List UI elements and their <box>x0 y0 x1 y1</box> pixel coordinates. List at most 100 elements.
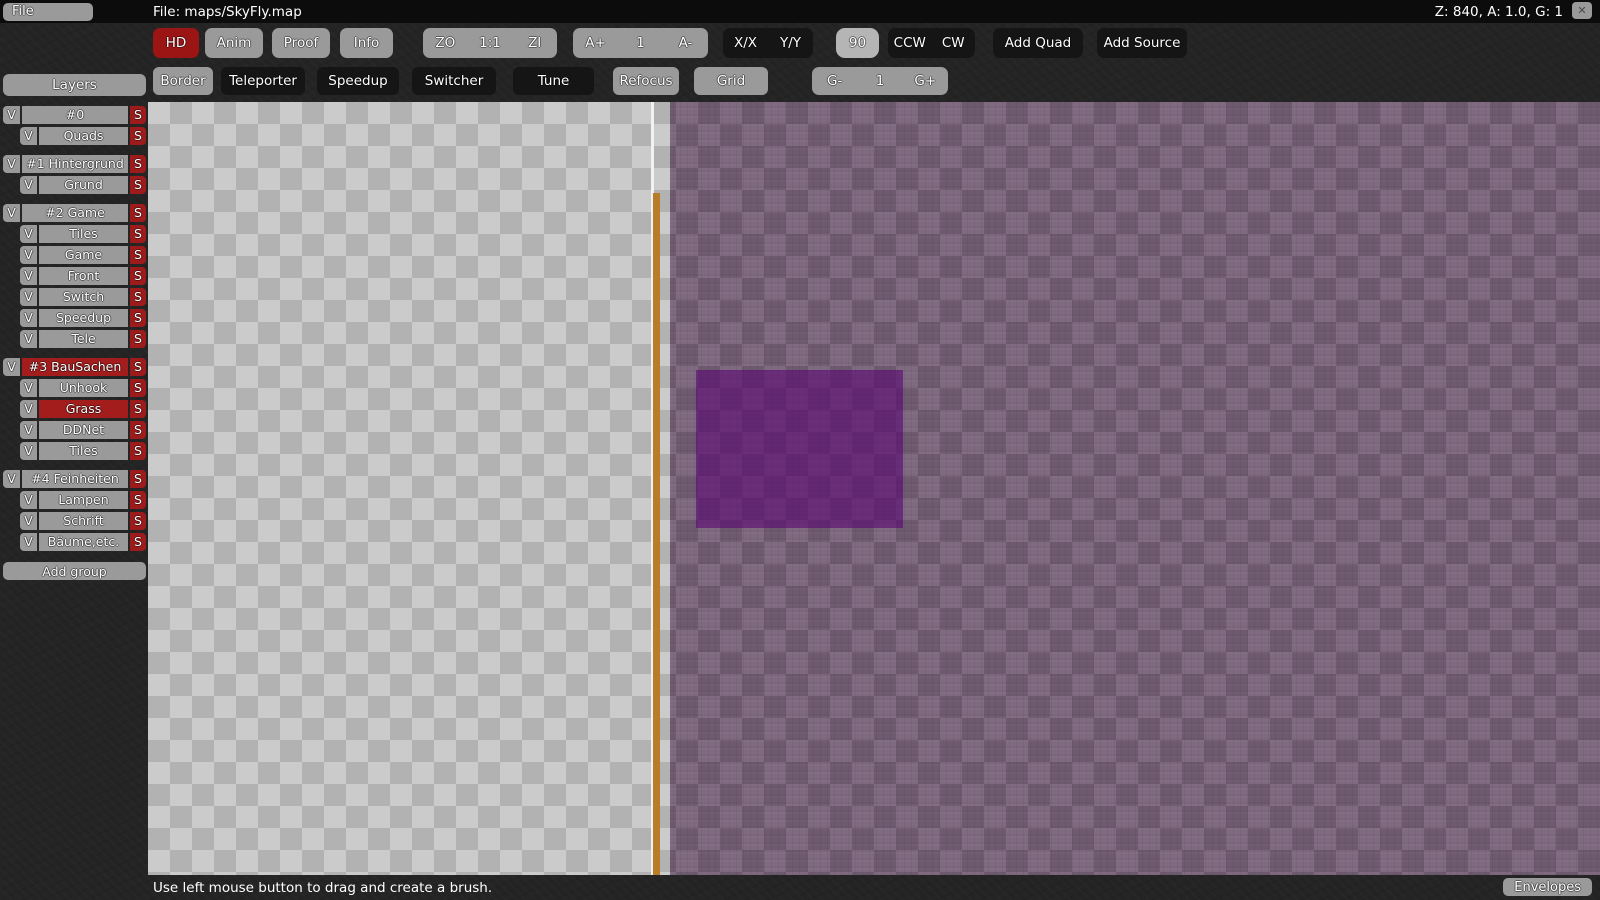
group-row[interactable]: V#2 GameS <box>3 204 146 222</box>
layer-row[interactable]: VFrontS <box>20 267 146 285</box>
solo-button[interactable]: S <box>130 442 146 460</box>
switcher-button[interactable]: Switcher <box>412 67 496 95</box>
layer-label[interactable]: Speedup <box>39 309 128 327</box>
layer-row[interactable]: VQuadsS <box>20 127 146 145</box>
map-canvas[interactable] <box>148 102 1600 875</box>
solo-button[interactable]: S <box>130 127 146 145</box>
rotate-ccw-button[interactable]: CCW <box>888 28 932 58</box>
layer-row[interactable]: VSpeedupS <box>20 309 146 327</box>
visibility-toggle[interactable]: V <box>3 204 20 222</box>
anim-speed-down-button[interactable]: A- <box>663 28 708 58</box>
layer-label[interactable]: Bäume,etc. <box>39 533 128 551</box>
solo-button[interactable]: S <box>130 155 146 173</box>
visibility-toggle[interactable]: V <box>20 400 37 418</box>
layer-label[interactable]: Grass <box>39 400 128 418</box>
visibility-toggle[interactable]: V <box>20 512 37 530</box>
layer-label[interactable]: Tiles <box>39 442 128 460</box>
refocus-button[interactable]: Refocus <box>613 67 679 95</box>
layer-row[interactable]: VLampenS <box>20 491 146 509</box>
solo-button[interactable]: S <box>130 246 146 264</box>
visibility-toggle[interactable]: V <box>20 491 37 509</box>
layer-label[interactable]: Lampen <box>39 491 128 509</box>
group-label[interactable]: #0 <box>22 106 128 124</box>
visibility-toggle[interactable]: V <box>3 470 20 488</box>
layer-label[interactable]: Unhook <box>39 379 128 397</box>
visibility-toggle[interactable]: V <box>20 288 37 306</box>
add-quad-button[interactable]: Add Quad <box>993 28 1083 58</box>
layer-row[interactable]: VGameS <box>20 246 146 264</box>
solo-button[interactable]: S <box>130 176 146 194</box>
solo-button[interactable]: S <box>130 400 146 418</box>
layer-row[interactable]: VUnhookS <box>20 379 146 397</box>
solo-button[interactable]: S <box>130 106 146 124</box>
rotate-cw-button[interactable]: CW <box>932 28 976 58</box>
layer-row[interactable]: VGrassS <box>20 400 146 418</box>
visibility-toggle[interactable]: V <box>20 246 37 264</box>
group-row[interactable]: V#3 BauSachenS <box>3 358 146 376</box>
solo-button[interactable]: S <box>130 358 146 376</box>
layer-row[interactable]: VTilesS <box>20 442 146 460</box>
border-button[interactable]: Border <box>153 67 213 95</box>
visibility-toggle[interactable]: V <box>20 442 37 460</box>
group-label[interactable]: #1 Hintergrund <box>22 155 128 173</box>
layers-header-button[interactable]: Layers <box>3 74 146 96</box>
anim-toggle-button[interactable]: Anim <box>205 28 263 58</box>
layer-label[interactable]: Quads <box>39 127 128 145</box>
group-label[interactable]: #4 Feinheiten <box>22 470 128 488</box>
group-row[interactable]: V#1 HintergrundS <box>3 155 146 173</box>
layer-label[interactable]: DDNet <box>39 421 128 439</box>
add-source-button[interactable]: Add Source <box>1097 28 1187 58</box>
layer-row[interactable]: VSchriftS <box>20 512 146 530</box>
speedup-button[interactable]: Speedup <box>317 67 399 95</box>
visibility-toggle[interactable]: V <box>20 379 37 397</box>
grid-increase-button[interactable]: G+ <box>903 67 948 95</box>
proof-toggle-button[interactable]: Proof <box>272 28 330 58</box>
solo-button[interactable]: S <box>130 491 146 509</box>
solo-button[interactable]: S <box>130 379 146 397</box>
layer-row[interactable]: VDDNetS <box>20 421 146 439</box>
layer-row[interactable]: VTeleS <box>20 330 146 348</box>
grid-decrease-button[interactable]: G- <box>812 67 857 95</box>
solo-button[interactable]: S <box>130 330 146 348</box>
rotate-amount-button[interactable]: 90 <box>836 28 879 58</box>
solo-button[interactable]: S <box>130 267 146 285</box>
layer-label[interactable]: Schrift <box>39 512 128 530</box>
add-group-button[interactable]: Add group <box>3 562 146 580</box>
solo-button[interactable]: S <box>130 204 146 222</box>
solo-button[interactable]: S <box>130 512 146 530</box>
visibility-toggle[interactable]: V <box>3 358 20 376</box>
visibility-toggle[interactable]: V <box>20 176 37 194</box>
group-row[interactable]: V#0S <box>3 106 146 124</box>
visibility-toggle[interactable]: V <box>20 533 37 551</box>
layer-row[interactable]: VSwitchS <box>20 288 146 306</box>
layer-row[interactable]: VTilesS <box>20 225 146 243</box>
layer-label[interactable]: Tiles <box>39 225 128 243</box>
visibility-toggle[interactable]: V <box>20 309 37 327</box>
solo-button[interactable]: S <box>130 533 146 551</box>
solo-button[interactable]: S <box>130 421 146 439</box>
visibility-toggle[interactable]: V <box>3 155 20 173</box>
visibility-toggle[interactable]: V <box>3 106 20 124</box>
group-row[interactable]: V#4 FeinheitenS <box>3 470 146 488</box>
solo-button[interactable]: S <box>130 470 146 488</box>
grid-button[interactable]: Grid <box>694 67 768 95</box>
group-label[interactable]: #3 BauSachen <box>22 358 128 376</box>
layer-row[interactable]: VGrundS <box>20 176 146 194</box>
zoom-out-button[interactable]: ZO <box>423 28 468 58</box>
visibility-toggle[interactable]: V <box>20 330 37 348</box>
layer-label[interactable]: Front <box>39 267 128 285</box>
tune-button[interactable]: Tune <box>513 67 594 95</box>
visibility-toggle[interactable]: V <box>20 267 37 285</box>
layer-label[interactable]: Switch <box>39 288 128 306</box>
visibility-toggle[interactable]: V <box>20 225 37 243</box>
file-menu-button[interactable]: File <box>3 3 93 21</box>
close-icon[interactable]: ✕ <box>1572 2 1592 19</box>
info-toggle-button[interactable]: Info <box>340 28 393 58</box>
group-label[interactable]: #2 Game <box>22 204 128 222</box>
teleporter-button[interactable]: Teleporter <box>221 67 305 95</box>
solo-button[interactable]: S <box>130 309 146 327</box>
layer-label[interactable]: Grund <box>39 176 128 194</box>
layer-label[interactable]: Game <box>39 246 128 264</box>
zoom-reset-button[interactable]: 1:1 <box>468 28 513 58</box>
layer-label[interactable]: Tele <box>39 330 128 348</box>
